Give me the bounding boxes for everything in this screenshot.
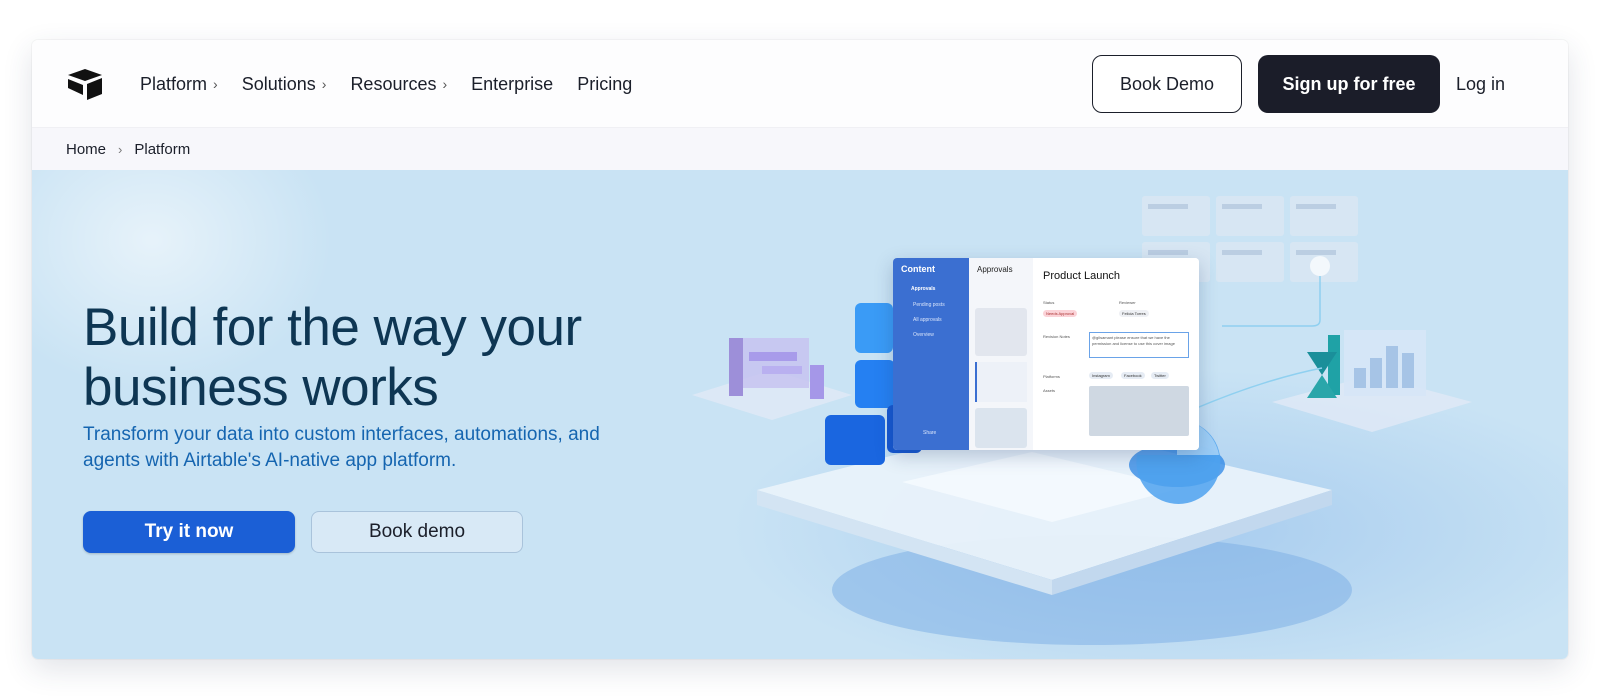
mockup-label: Reviewer bbox=[1119, 300, 1136, 305]
mockup-sidebar-title: Content bbox=[901, 264, 935, 274]
hero-headline: Build for the way your business works bbox=[83, 298, 582, 417]
mockup-reviewer-chip: Felicia Torres bbox=[1119, 310, 1149, 317]
nav-item-label: Enterprise bbox=[471, 73, 554, 94]
nav-item-resources[interactable]: Resources › bbox=[350, 74, 447, 95]
book-demo-button[interactable]: Book Demo bbox=[1092, 55, 1242, 113]
hero-subheadline: Transform your data into custom interfac… bbox=[83, 424, 600, 471]
nav-item-label: Solutions bbox=[241, 73, 316, 94]
book-demo-hero-button[interactable]: Book demo bbox=[311, 511, 523, 553]
nav-item-label: Platform bbox=[140, 73, 208, 94]
mockup-platform-chip: Facebook bbox=[1121, 372, 1145, 379]
breadcrumb-home[interactable]: Home bbox=[66, 141, 106, 158]
breadcrumb: Home › Platform bbox=[32, 128, 1568, 170]
mockup-label: Platforms bbox=[1043, 374, 1060, 379]
mockup-sidebar: Content Approvals Pending posts All appr… bbox=[893, 258, 969, 450]
mockup-sidebar-item: Pending posts bbox=[913, 302, 945, 308]
nav-item-solutions[interactable]: Solutions › bbox=[242, 74, 327, 95]
breadcrumb-current: Platform bbox=[134, 140, 191, 158]
top-navigation: Platform › Solutions › Resources › Enter… bbox=[32, 40, 1568, 128]
airtable-logo-icon[interactable] bbox=[66, 68, 104, 100]
mockup-label: Assets bbox=[1043, 388, 1056, 393]
browser-page: Platform › Solutions › Resources › Enter… bbox=[32, 40, 1568, 659]
sign-up-button[interactable]: Sign up for free bbox=[1258, 55, 1440, 113]
log-in-link[interactable]: Log in bbox=[1456, 40, 1505, 128]
mockup-label: Status bbox=[1043, 300, 1055, 305]
mockup-list-title: Approvals bbox=[977, 265, 1013, 274]
chevron-right-icon: › bbox=[118, 141, 123, 157]
chevron-right-icon: › bbox=[321, 76, 327, 92]
mockup-asset-image bbox=[1089, 386, 1189, 436]
nav-links: Platform › Solutions › Resources › Enter… bbox=[140, 40, 656, 128]
mockup-label: Revision Notes bbox=[1043, 334, 1070, 339]
mockup-notes: @gilsamant please ensure that we have th… bbox=[1089, 332, 1189, 358]
hero-section: Content Approvals Pending posts All appr… bbox=[32, 170, 1568, 659]
mockup-detail-panel: Product Launch Status Needs Approval Rev… bbox=[1033, 258, 1199, 450]
mockup-panel-title: Product Launch bbox=[1043, 270, 1121, 282]
mockup-sidebar-item: Approvals bbox=[911, 286, 936, 292]
mockup-share: Share bbox=[923, 430, 937, 436]
nav-item-pricing[interactable]: Pricing bbox=[577, 74, 632, 95]
nav-item-platform[interactable]: Platform › bbox=[140, 74, 218, 95]
chevron-right-icon: › bbox=[213, 76, 218, 92]
mockup-platform-chip: Instagram bbox=[1089, 372, 1113, 379]
mockup-platform-chip: Twitter bbox=[1151, 372, 1169, 379]
mockup-sidebar-item: All approvals bbox=[913, 317, 942, 323]
mockup-status-chip: Needs Approval bbox=[1043, 310, 1078, 317]
nav-item-label: Pricing bbox=[577, 73, 633, 94]
nav-item-label: Resources bbox=[350, 73, 437, 94]
mockup-list: Approvals bbox=[969, 258, 1033, 450]
nav-item-enterprise[interactable]: Enterprise bbox=[471, 74, 553, 95]
mockup-sidebar-item: Overview bbox=[913, 332, 934, 338]
chevron-right-icon: › bbox=[442, 76, 448, 92]
try-it-now-button[interactable]: Try it now bbox=[83, 511, 295, 553]
app-mockup-window: Content Approvals Pending posts All appr… bbox=[893, 258, 1199, 450]
